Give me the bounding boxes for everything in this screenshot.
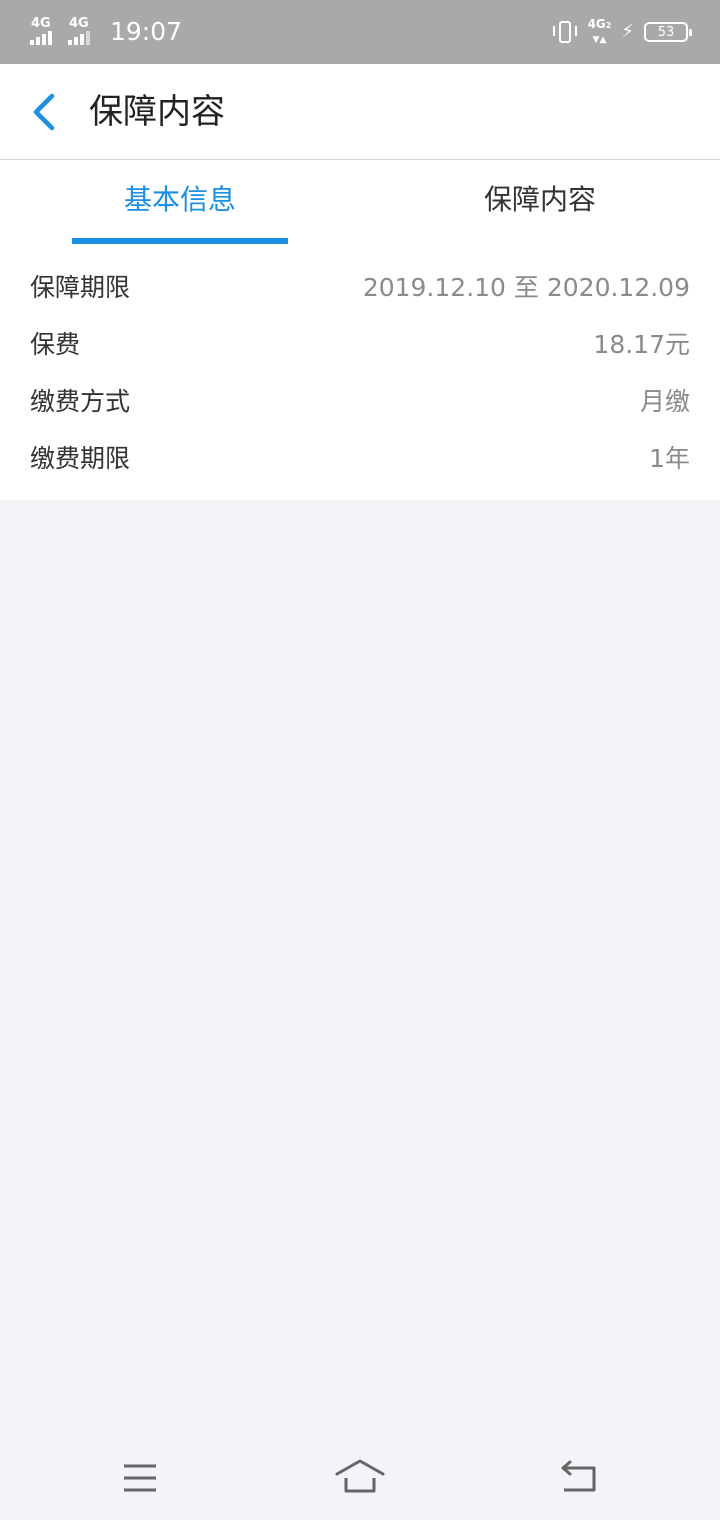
tab-basic-info[interactable]: 基本信息	[0, 160, 360, 244]
home-button[interactable]	[330, 1454, 390, 1502]
tab-bar: 基本信息 保障内容	[0, 160, 720, 244]
payment-method-label: 缴费方式	[30, 387, 131, 416]
coverage-period-label: 保障期限	[30, 273, 131, 302]
status-time: 19:07	[110, 17, 183, 46]
sim2-signal-icon: 4G	[68, 17, 100, 47]
payment-period-label: 缴费期限	[30, 444, 131, 473]
tab-coverage-content[interactable]: 保障内容	[360, 160, 720, 244]
status-bar-left: 4G 4G 19:07	[30, 14, 182, 50]
sim2-network-type: 4G	[69, 16, 89, 31]
app-header: 保障内容	[0, 64, 720, 160]
info-row-premium: 保费 18.17元	[0, 317, 720, 374]
menu-button[interactable]	[110, 1454, 170, 1502]
tab-basic-info-label: 基本信息	[123, 183, 236, 216]
info-row-payment-method: 缴费方式 月缴	[0, 374, 720, 431]
back-nav-button[interactable]	[550, 1454, 610, 1502]
tab-coverage-content-label: 保障内容	[483, 183, 596, 216]
info-row-coverage-period: 保障期限 2019.12.10 至 2020.12.09	[0, 260, 720, 317]
basic-info-panel: 保障期限 2019.12.10 至 2020.12.09 保费 18.17元 缴…	[0, 244, 720, 500]
premium-value: 18.17元	[593, 330, 690, 359]
data-network-type: 4G	[587, 17, 606, 31]
menu-icon	[124, 1464, 156, 1492]
premium-label: 保费	[30, 330, 81, 359]
vibrate-icon	[552, 19, 578, 45]
coverage-period-value: 2019.12.10 至 2020.12.09	[362, 273, 690, 302]
back-icon	[561, 1460, 596, 1492]
sim1-signal-icon: 4G	[30, 17, 62, 47]
data-network-icon: 4G2 ▼▲	[587, 17, 612, 45]
page-title: 保障内容	[89, 92, 225, 132]
back-button[interactable]	[24, 86, 68, 138]
info-row-payment-period: 缴费期限 1年	[0, 431, 720, 488]
chevron-left-icon	[33, 93, 55, 131]
battery-level: 53	[657, 24, 675, 40]
system-nav-bar	[0, 1436, 720, 1520]
charging-icon: ⚡	[621, 21, 634, 42]
home-icon	[335, 1459, 385, 1493]
status-bar: 4G 4G 19:07 4G2 ▼▲ ⚡ 53	[0, 0, 720, 64]
status-bar-right: 4G2 ▼▲ ⚡ 53	[552, 16, 692, 48]
sim1-network-type: 4G	[31, 16, 51, 31]
battery-icon: 53	[644, 22, 692, 42]
data-sim-number: 2	[605, 21, 612, 30]
payment-method-value: 月缴	[639, 387, 690, 416]
payment-period-value: 1年	[649, 444, 690, 473]
